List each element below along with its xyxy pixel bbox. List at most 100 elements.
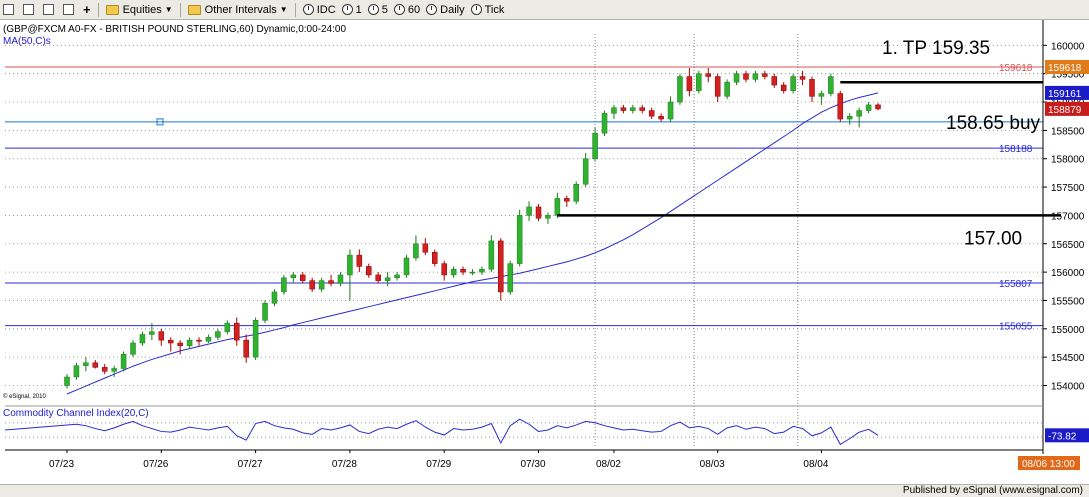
clock-icon bbox=[393, 4, 405, 15]
interval-label: IDC bbox=[316, 3, 336, 16]
chart-background bbox=[0, 20, 1089, 484]
candle-body bbox=[64, 376, 70, 386]
x-tick-label: 07/27 bbox=[238, 459, 263, 470]
interval-60-button[interactable]: 60 bbox=[391, 1, 423, 19]
candle-body bbox=[705, 73, 712, 77]
candle-body bbox=[573, 183, 579, 202]
candle-body bbox=[526, 206, 532, 216]
candle-body bbox=[167, 339, 174, 344]
candle bbox=[488, 235, 495, 273]
credit-text: Published by eSignal (www.esignal.com) bbox=[902, 485, 1083, 496]
copy-icon bbox=[43, 4, 54, 15]
candle-body bbox=[300, 274, 306, 281]
y-tick-label: 155000 bbox=[1051, 325, 1085, 336]
candle-body bbox=[252, 320, 259, 358]
level-label: 159618 bbox=[999, 63, 1033, 74]
x-tick-label: 08/02 bbox=[596, 459, 621, 470]
crosshair-icon: + bbox=[83, 2, 91, 17]
crosshair-button[interactable]: + bbox=[80, 1, 94, 19]
candle-body bbox=[696, 73, 702, 91]
candle-body bbox=[139, 334, 146, 344]
candle-body bbox=[177, 342, 183, 347]
candle bbox=[724, 79, 730, 100]
candle-body bbox=[771, 76, 778, 86]
candle-body bbox=[422, 243, 429, 253]
toolbar-separator bbox=[179, 2, 181, 17]
candle-body bbox=[677, 76, 683, 103]
candle-body bbox=[714, 76, 721, 97]
candle-body bbox=[356, 254, 363, 267]
candle-body bbox=[639, 107, 645, 111]
copy-button[interactable] bbox=[40, 1, 60, 19]
candle-body bbox=[818, 93, 825, 97]
equities-dropdown[interactable]: Equities ▼ bbox=[103, 1, 176, 19]
chevron-down-icon: ▼ bbox=[164, 5, 173, 14]
folder-icon bbox=[105, 4, 119, 15]
candle bbox=[677, 73, 683, 105]
other-intervals-dropdown[interactable]: Other Intervals ▼ bbox=[185, 1, 291, 19]
candle-body bbox=[224, 322, 231, 332]
candle-body bbox=[120, 354, 127, 369]
candle-body bbox=[611, 107, 617, 114]
x-tick-label: 07/26 bbox=[143, 459, 168, 470]
candle bbox=[601, 110, 608, 137]
chart-window-button[interactable] bbox=[20, 1, 40, 19]
candle-body bbox=[667, 101, 674, 120]
grid-layout-button[interactable] bbox=[0, 1, 20, 19]
candle-body bbox=[535, 206, 542, 219]
level-label: 158188 bbox=[999, 144, 1033, 155]
y-tick-label: 157000 bbox=[1051, 211, 1085, 222]
candle bbox=[837, 90, 844, 122]
candle-body bbox=[507, 263, 513, 293]
candle bbox=[516, 209, 523, 267]
interval-tick-button[interactable]: Tick bbox=[468, 1, 508, 19]
price-chart[interactable]: 159618 158188 155807 155055 -73.82 07/23 07/… bbox=[0, 20, 1089, 484]
candle-body bbox=[73, 365, 80, 378]
candle-body bbox=[233, 322, 240, 341]
candle-body bbox=[545, 215, 551, 219]
candle-body bbox=[196, 339, 202, 342]
candle-body bbox=[318, 280, 325, 290]
interval-idc-button[interactable]: IDC bbox=[300, 1, 339, 19]
watermark: © eSignal, 2010 bbox=[3, 393, 46, 400]
y-tick-label: 158000 bbox=[1051, 155, 1085, 166]
candle-body bbox=[837, 93, 844, 120]
candle-body bbox=[83, 362, 89, 366]
interval-label: 60 bbox=[407, 3, 421, 16]
candle-body bbox=[846, 115, 853, 120]
candle-body bbox=[271, 291, 278, 304]
candle-body bbox=[856, 110, 862, 117]
clock-icon bbox=[302, 4, 314, 15]
candle-body bbox=[384, 277, 391, 281]
toolbar-separator bbox=[294, 2, 296, 17]
toolbar: + Equities ▼ Other Intervals ▼ IDC 1 5 60 … bbox=[0, 0, 1089, 20]
candle-body bbox=[780, 84, 787, 91]
candle-body bbox=[290, 274, 297, 279]
interval-5-button[interactable]: 5 bbox=[365, 1, 391, 19]
interval-label: Tick bbox=[484, 3, 505, 16]
candle-body bbox=[101, 367, 108, 372]
candle bbox=[262, 300, 268, 324]
take-profit-label: 1. TP 159.35 bbox=[882, 38, 990, 59]
candle-body bbox=[432, 252, 438, 264]
candle-body bbox=[366, 266, 372, 276]
x-tick-label: 07/28 bbox=[332, 459, 357, 470]
candle-body bbox=[630, 107, 636, 111]
candle-body bbox=[865, 104, 872, 111]
clock-icon bbox=[426, 4, 438, 15]
candle bbox=[252, 317, 259, 360]
ma-label: MA(50,C)s bbox=[3, 36, 51, 47]
interval-daily-button[interactable]: Daily bbox=[423, 1, 467, 19]
candle bbox=[281, 274, 287, 295]
candle-body bbox=[394, 274, 400, 279]
toolbar-separator bbox=[97, 2, 99, 17]
candle-body bbox=[403, 257, 410, 276]
candle-body bbox=[215, 331, 221, 338]
x-tick-label: 07/30 bbox=[521, 459, 546, 470]
cci-label: Commodity Channel Index(20,C) bbox=[3, 408, 149, 419]
link-button[interactable] bbox=[60, 1, 80, 19]
interval-1-button[interactable]: 1 bbox=[339, 1, 365, 19]
clock-icon bbox=[341, 4, 353, 15]
interval-label: Daily bbox=[440, 3, 465, 16]
candle-body bbox=[158, 331, 165, 341]
